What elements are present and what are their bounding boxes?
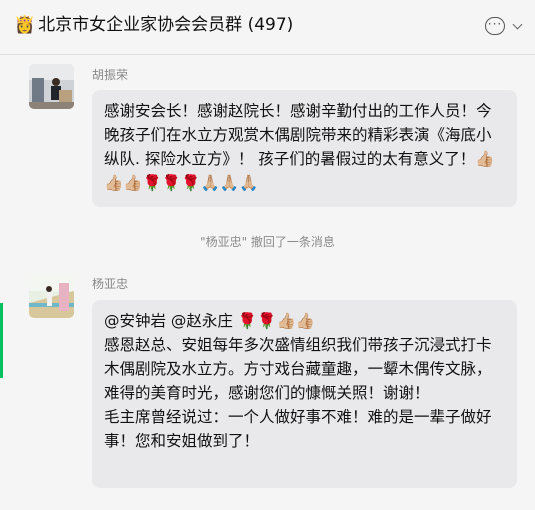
chat-header: 👸 北京市女企业家协会会员群 (497) ··· (0, 0, 535, 55)
chevron-down-icon[interactable] (512, 19, 523, 30)
scroll-indicator (0, 303, 3, 378)
chat-bubble-ellipsis-icon[interactable]: ··· (485, 17, 505, 35)
message-text: 感恩赵总、安姐每年多次盛情组织我们带孩子沉浸式打卡木偶剧院及水立方。方寸戏台藏童… (104, 336, 492, 402)
message-bubble[interactable]: 感谢安会长！感谢赵院长！感谢辛勤付出的工作人员！今晚孩子们在水立方观赏木偶剧院带… (92, 90, 517, 207)
sender-name: 胡振荣 (92, 68, 129, 82)
avatar[interactable] (29, 273, 74, 318)
sender-name: 杨亚忠 (92, 277, 129, 291)
avatar[interactable] (29, 64, 74, 109)
message-text: 毛主席曾经说过：一个人做好事不难！难的是一辈子做好事！您和安姐做到了！ (104, 408, 492, 450)
chat-title[interactable]: 👸 北京市女企业家协会会员群 (497) (14, 14, 293, 36)
mention-line: @安钟岩 @赵永庄 🌹🌹👍🏼👍🏼 (104, 312, 316, 330)
group-name: 北京市女企业家协会会员群 (497) (38, 15, 294, 35)
recall-notice: "杨亚忠" 撤回了一条消息 (200, 235, 335, 249)
message-bubble[interactable]: @安钟岩 @赵永庄 🌹🌹👍🏼👍🏼 感恩赵总、安姐每年多次盛情组织我们带孩子沉浸式… (92, 300, 517, 488)
princess-emoji-icon: 👸 (14, 15, 36, 35)
message-text: 感谢安会长！感谢赵院长！感谢辛勤付出的工作人员！今晚孩子们在水立方观赏木偶剧院带… (104, 102, 495, 192)
